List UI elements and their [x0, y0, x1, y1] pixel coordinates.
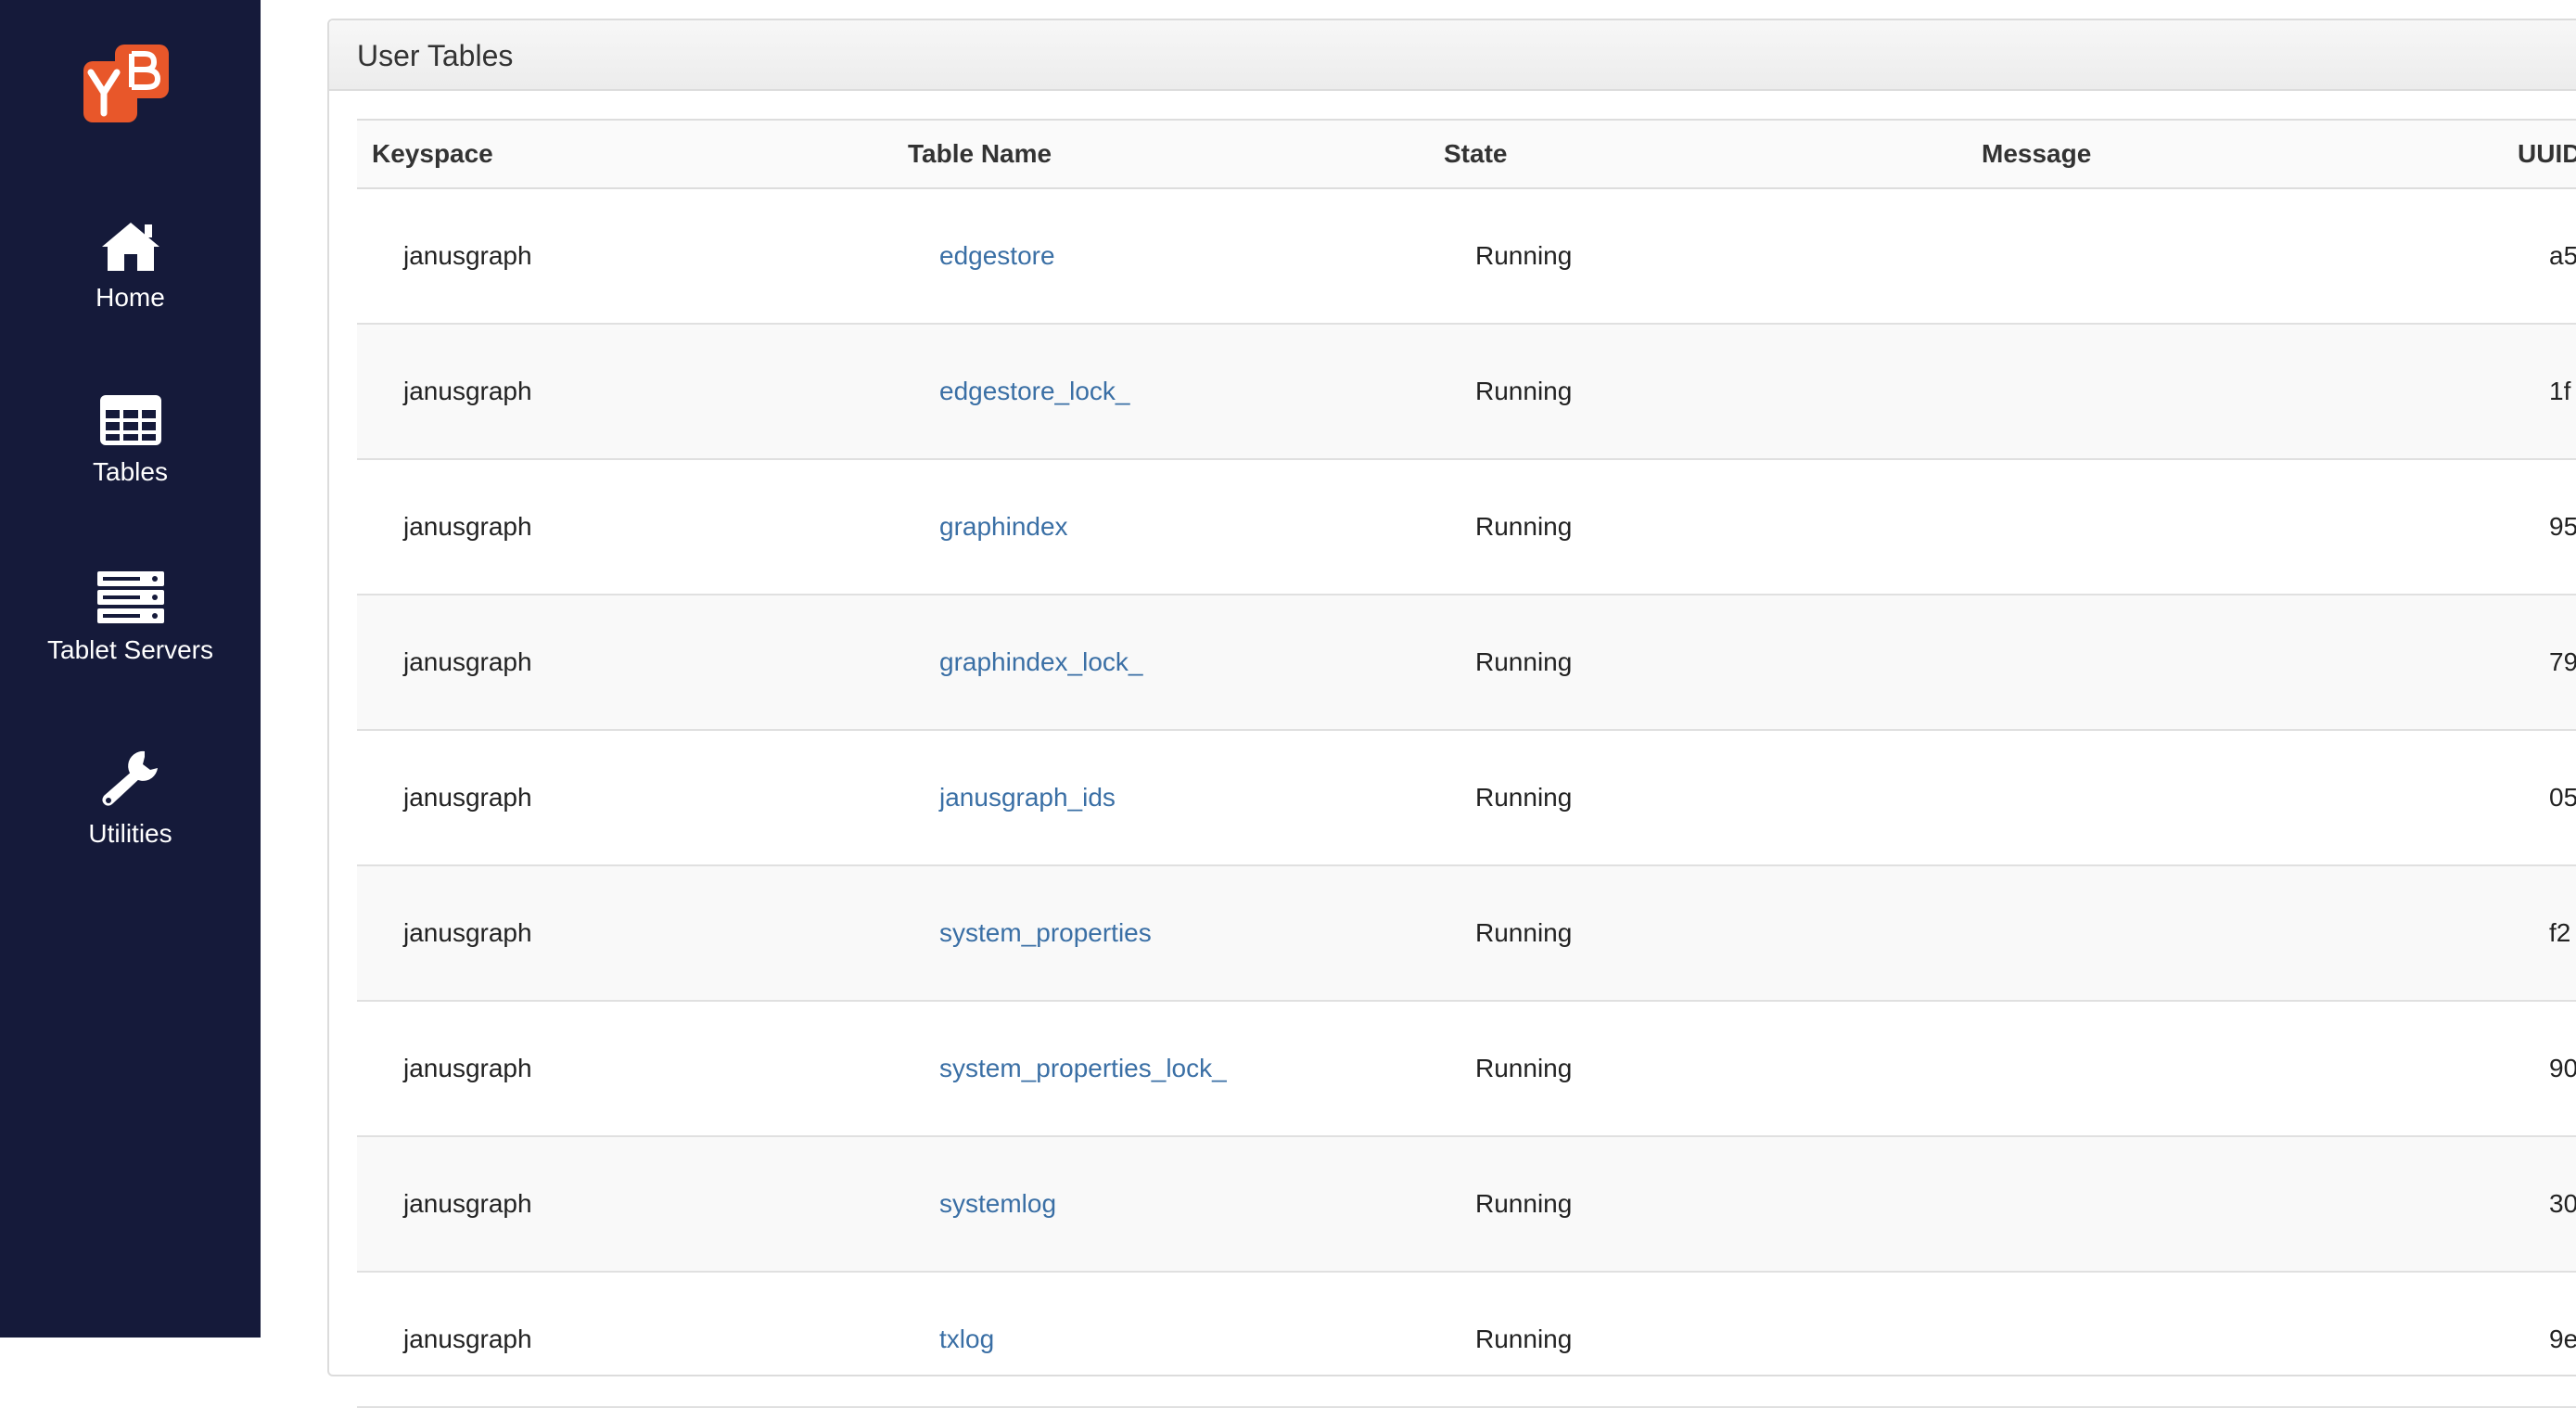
table-row: janusgraph graphindex Running 95 — [357, 459, 2576, 595]
sidebar-item-home[interactable]: Home — [0, 219, 261, 313]
uuid-cell: 30 — [2503, 1136, 2576, 1273]
state-cell: Running — [1429, 459, 1967, 595]
column-header-uuid[interactable]: UUID — [2503, 119, 2576, 189]
message-cell — [1967, 595, 2503, 731]
column-header-message[interactable]: Message — [1967, 119, 2503, 189]
sidebar: Home Tables Tablet Servers Utilities — [0, 0, 261, 1338]
sidebar-item-label: Home — [96, 283, 165, 312]
keyspace-cell: janusgraph — [357, 865, 893, 1002]
table-name-cell: txlog — [893, 1272, 1429, 1408]
table-row: janusgraph janusgraph_ids Running 05 — [357, 730, 2576, 866]
table-name-link[interactable]: system_properties — [939, 918, 1152, 947]
table-name-cell: graphindex_lock_ — [893, 595, 1429, 731]
table-icon — [0, 393, 261, 452]
column-header-table-name[interactable]: Table Name — [893, 119, 1429, 189]
message-cell — [1967, 324, 2503, 460]
sidebar-item-tables[interactable]: Tables — [0, 393, 261, 487]
keyspace-cell: janusgraph — [357, 324, 893, 460]
table-name-link[interactable]: edgestore — [939, 241, 1055, 270]
sidebar-item-label: Utilities — [88, 819, 172, 848]
table-row: janusgraph txlog Running 9e — [357, 1272, 2576, 1408]
sidebar-item-tablet-servers[interactable]: Tablet Servers — [0, 570, 261, 665]
table-name-cell: edgestore — [893, 188, 1429, 325]
message-cell — [1967, 865, 2503, 1002]
table-name-link[interactable]: txlog — [939, 1325, 994, 1353]
uuid-cell: 79 — [2503, 595, 2576, 731]
uuid-cell: 1f — [2503, 324, 2576, 460]
message-cell — [1967, 459, 2503, 595]
user-tables-panel: User Tables Keyspace Table Name State Me… — [327, 19, 2576, 1408]
state-cell: Running — [1429, 730, 1967, 866]
table-row: janusgraph system_properties Running f2 — [357, 865, 2576, 1002]
table-name-cell: system_properties_lock_ — [893, 1001, 1429, 1137]
wrench-icon — [0, 748, 261, 813]
state-cell: Running — [1429, 1136, 1967, 1273]
keyspace-cell: janusgraph — [357, 1136, 893, 1273]
panel-header: User Tables — [329, 20, 2576, 91]
table-name-link[interactable]: graphindex — [939, 512, 1068, 541]
table-row: janusgraph system_properties_lock_ Runni… — [357, 1001, 2576, 1137]
column-header-state[interactable]: State — [1429, 119, 1967, 189]
uuid-cell: 95 — [2503, 459, 2576, 595]
keyspace-cell: janusgraph — [357, 188, 893, 325]
keyspace-cell: janusgraph — [357, 595, 893, 731]
state-cell: Running — [1429, 324, 1967, 460]
table-name-link[interactable]: edgestore_lock_ — [939, 377, 1129, 405]
message-cell — [1967, 1136, 2503, 1273]
state-cell: Running — [1429, 595, 1967, 731]
sidebar-item-label: Tables — [93, 457, 168, 486]
message-cell — [1967, 730, 2503, 866]
keyspace-cell: janusgraph — [357, 730, 893, 866]
table-row: janusgraph graphindex_lock_ Running 79 — [357, 595, 2576, 731]
message-cell — [1967, 1001, 2503, 1137]
panel-title: User Tables — [357, 39, 514, 72]
user-tables-table: Keyspace Table Name State Message UUID j… — [357, 119, 2576, 1408]
table-row: janusgraph edgestore_lock_ Running 1f — [357, 324, 2576, 460]
table-header-row: Keyspace Table Name State Message UUID — [357, 119, 2576, 189]
table-name-link[interactable]: system_properties_lock_ — [939, 1054, 1227, 1082]
state-cell: Running — [1429, 1001, 1967, 1137]
table-row: janusgraph edgestore Running a5 — [357, 188, 2576, 325]
home-icon — [0, 219, 261, 277]
keyspace-cell: janusgraph — [357, 1001, 893, 1137]
table-name-cell: edgestore_lock_ — [893, 324, 1429, 460]
table-name-link[interactable]: graphindex_lock_ — [939, 647, 1143, 676]
table-name-cell: graphindex — [893, 459, 1429, 595]
state-cell: Running — [1429, 1272, 1967, 1408]
table-row: janusgraph systemlog Running 30 — [357, 1136, 2576, 1273]
table-name-link[interactable]: systemlog — [939, 1189, 1056, 1218]
message-cell — [1967, 188, 2503, 325]
table-name-cell: systemlog — [893, 1136, 1429, 1273]
yugabyte-logo[interactable] — [83, 45, 169, 122]
keyspace-cell: janusgraph — [357, 1272, 893, 1408]
uuid-cell: 05 — [2503, 730, 2576, 866]
sidebar-item-label: Tablet Servers — [47, 635, 213, 664]
uuid-cell: f2 — [2503, 865, 2576, 1002]
uuid-cell: a5 — [2503, 188, 2576, 325]
uuid-cell: 9e — [2503, 1272, 2576, 1408]
sidebar-item-utilities[interactable]: Utilities — [0, 748, 261, 849]
table-name-cell: janusgraph_ids — [893, 730, 1429, 866]
message-cell — [1967, 1272, 2503, 1408]
keyspace-cell: janusgraph — [357, 459, 893, 595]
uuid-cell: 90 — [2503, 1001, 2576, 1137]
state-cell: Running — [1429, 188, 1967, 325]
table-name-link[interactable]: janusgraph_ids — [939, 783, 1116, 812]
table-name-cell: system_properties — [893, 865, 1429, 1002]
server-icon — [0, 570, 261, 630]
state-cell: Running — [1429, 865, 1967, 1002]
column-header-keyspace[interactable]: Keyspace — [357, 119, 893, 189]
